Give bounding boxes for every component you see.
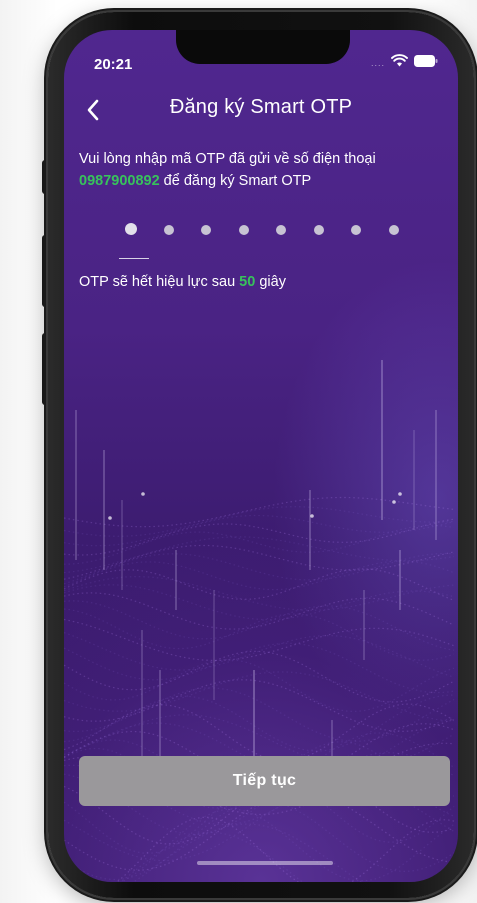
screenshot-canvas: 20:21 .... Đăng ký Smart OTP Vui lòng nh… (0, 0, 477, 903)
signal-dots: .... (370, 58, 385, 68)
instruction-text: Vui lòng nhập mã OTP đã gửi về số điện t… (79, 151, 376, 167)
expiry-prefix: OTP sẽ hết hiệu lực sau (79, 274, 240, 290)
otp-digit-slot[interactable] (313, 225, 324, 235)
otp-digit-slot[interactable] (276, 225, 286, 235)
otp-digit-slot[interactable] (351, 225, 361, 235)
device-notch (176, 30, 350, 64)
otp-digit-slot[interactable] (125, 223, 137, 235)
wifi-icon (391, 54, 408, 72)
home-indicator (197, 861, 333, 865)
otp-input[interactable] (112, 220, 412, 240)
battery-icon (414, 54, 438, 72)
otp-expiry-text: OTP sẽ hết hiệu lực sau 50 giây (79, 274, 286, 290)
continue-button[interactable]: Tiếp tục (79, 756, 450, 806)
expiry-suffix: giây (255, 274, 286, 290)
instruction-suffix: để đăng ký Smart OTP (159, 173, 312, 189)
otp-digit-slot[interactable] (201, 225, 211, 235)
otp-instruction: Vui lòng nhập mã OTP đã gửi về số điện t… (79, 148, 451, 192)
otp-digit-slot[interactable] (238, 225, 249, 235)
otp-cursor-underline (119, 258, 149, 259)
countdown-seconds: 50 (239, 274, 256, 290)
status-time: 20:21 (94, 56, 133, 73)
app-screen: 20:21 .... Đăng ký Smart OTP Vui lòng nh… (64, 30, 458, 882)
otp-digit-slot[interactable] (388, 225, 399, 235)
page-title: Đăng ký Smart OTP (169, 96, 353, 118)
status-icons: .... (371, 54, 438, 72)
otp-digit-slot[interactable] (163, 225, 174, 235)
phone-number: 0987900892 (79, 173, 160, 189)
